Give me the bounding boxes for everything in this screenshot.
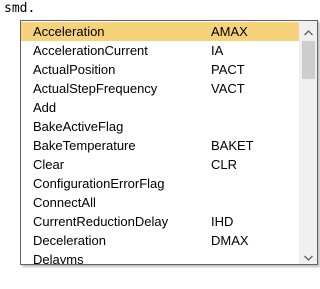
list-item[interactable]: ActualStepFrequency VACT: [21, 79, 299, 98]
item-name: ActualStepFrequency: [33, 81, 158, 96]
item-name: Delayms: [33, 252, 84, 264]
item-name: ActualPosition: [33, 62, 116, 77]
list-item[interactable]: AccelerationCurrent IA: [21, 41, 299, 60]
item-name: AccelerationCurrent: [33, 43, 148, 58]
chevron-up-icon: [304, 21, 313, 40]
list-item[interactable]: Deceleration DMAX: [21, 231, 299, 250]
item-abbreviation: BAKET: [211, 138, 254, 153]
list-item-selected[interactable]: Acceleration AMAX: [21, 22, 299, 41]
list-item[interactable]: ConnectAll: [21, 193, 299, 212]
scroll-thumb[interactable]: [302, 41, 315, 79]
chevron-down-icon: [304, 246, 313, 265]
item-name: Clear: [33, 157, 65, 172]
item-abbreviation: VACT: [211, 81, 245, 96]
autocomplete-popup: Acceleration AMAX AccelerationCurrent IA Act…: [20, 20, 318, 265]
item-abbreviation: PACT: [211, 62, 245, 77]
vertical-scrollbar[interactable]: [299, 21, 317, 264]
item-name: ConnectAll: [33, 195, 96, 210]
list-item[interactable]: BakeTemperature BAKET: [21, 136, 299, 155]
item-name: Acceleration: [33, 24, 105, 39]
item-name: ConfigurationErrorFlag: [33, 176, 165, 191]
item-abbreviation: AMAX: [211, 24, 248, 39]
editor-line[interactable]: smd.: [4, 0, 35, 20]
list-item[interactable]: CurrentReductionDelay IHD: [21, 212, 299, 231]
item-name: BakeTemperature: [33, 138, 136, 153]
list-item[interactable]: Clear CLR: [21, 155, 299, 174]
item-name: BakeActiveFlag: [33, 119, 124, 134]
autocomplete-list: Acceleration AMAX AccelerationCurrent IA Act…: [21, 21, 299, 264]
item-abbreviation: DMAX: [211, 233, 249, 248]
list-item[interactable]: Add: [21, 98, 299, 117]
item-abbreviation: CLR: [211, 157, 238, 172]
item-name: CurrentReductionDelay: [33, 214, 169, 229]
item-abbreviation: IA: [211, 43, 224, 58]
list-item[interactable]: BakeActiveFlag: [21, 117, 299, 136]
scroll-up-button[interactable]: [300, 21, 317, 39]
item-name: Add: [33, 100, 57, 115]
list-item[interactable]: Delayms: [21, 250, 299, 264]
list-item[interactable]: ActualPosition PACT: [21, 60, 299, 79]
scroll-down-button[interactable]: [300, 246, 317, 264]
item-name: Deceleration: [33, 233, 106, 248]
item-abbreviation: IHD: [211, 214, 234, 229]
list-item[interactable]: ConfigurationErrorFlag: [21, 174, 299, 193]
